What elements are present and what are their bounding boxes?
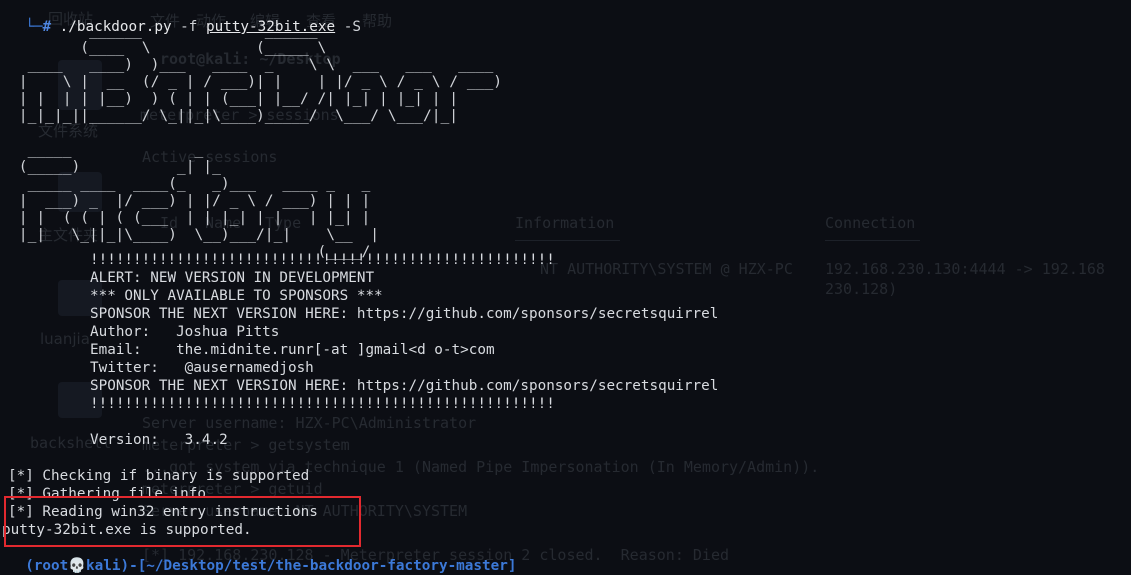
version-line: Version: 3.4.2	[90, 432, 228, 448]
alert-border-top: !!!!!!!!!!!!!!!!!!!!!!!!!!!!!!!!!!!!!!!!…	[90, 252, 555, 268]
ghost-col-information: Information	[515, 214, 615, 232]
alert-twitter: Twitter: @ausernamedjosh	[90, 360, 314, 376]
alert-author: Author: Joshua Pitts	[90, 324, 280, 340]
ghost-rule-info	[515, 240, 620, 241]
ghost-connection-2: 230.128)	[825, 280, 898, 298]
alert-border-bottom: !!!!!!!!!!!!!!!!!!!!!!!!!!!!!!!!!!!!!!!!…	[90, 396, 555, 412]
ghost-server-username: Server username: HZX-PC\Administrator	[142, 414, 477, 432]
alert-email: Email: the.midnite.runr[-at ]gmail<d o-t…	[90, 342, 495, 358]
next-prompt: (root💀kali)-[~/Desktop/test/the-backdoor…	[8, 558, 517, 574]
ghost-rule-connection	[825, 240, 920, 241]
ghost-connection-1: 192.168.230.130:4444 -> 192.168	[825, 260, 1105, 278]
ghost-sidebar-user: luanjia	[40, 330, 90, 348]
alert-sponsors-only: *** ONLY AVAILABLE TO SPONSORS ***	[90, 288, 383, 304]
alert-sponsor-link-1: SPONSOR THE NEXT VERSION HERE: https://g…	[90, 306, 719, 322]
ascii-banner: ______ ______ (____ \ (_____ \ ____ ____…	[18, 22, 503, 260]
status-checking-binary: [*] Checking if binary is supported	[8, 468, 310, 484]
ghost-info: NT AUTHORITY\SYSTEM @ HZX-PC	[540, 260, 793, 278]
alert-sponsor-link-2: SPONSOR THE NEXT VERSION HERE: https://g…	[90, 378, 719, 394]
alert-title: ALERT: NEW VERSION IN DEVELOPMENT	[90, 270, 375, 286]
red-highlight-box	[4, 496, 361, 547]
ghost-col-connection: Connection	[825, 214, 916, 232]
